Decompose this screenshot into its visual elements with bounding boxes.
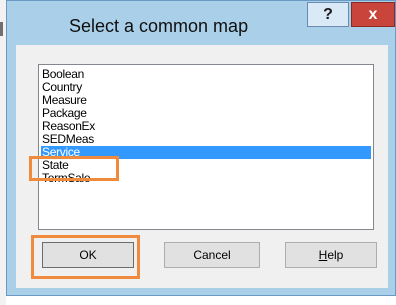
title-bar[interactable]: Select a common map ? x xyxy=(7,1,395,45)
select-common-map-dialog: Select a common map ? x Boolean Country … xyxy=(6,0,396,296)
ok-button-label: OK xyxy=(79,248,97,262)
list-item[interactable]: SEDMeas xyxy=(41,133,371,146)
cancel-button[interactable]: Cancel xyxy=(164,242,260,268)
map-listbox[interactable]: Boolean Country Measure Package ReasonEx… xyxy=(38,64,374,230)
list-item-selected[interactable]: Service xyxy=(41,146,371,159)
ok-button[interactable]: OK xyxy=(42,242,134,268)
help-label-rest: elp xyxy=(327,248,344,262)
background-window-mark xyxy=(0,22,3,36)
list-item[interactable]: State xyxy=(41,159,371,172)
dialog-title: Select a common map xyxy=(69,16,249,36)
question-mark-icon: ? xyxy=(323,5,333,23)
dialog-client-area: Boolean Country Measure Package ReasonEx… xyxy=(16,45,388,288)
cancel-button-label: Cancel xyxy=(193,248,231,262)
close-icon: x xyxy=(368,5,378,23)
list-item[interactable]: Measure xyxy=(41,94,371,107)
list-item[interactable]: Boolean xyxy=(41,68,371,81)
close-button[interactable]: x xyxy=(351,2,395,27)
list-item[interactable]: Country xyxy=(41,81,371,94)
screenshot-stage: Select a common map ? x Boolean Country … xyxy=(0,0,396,305)
help-titlebar-button[interactable]: ? xyxy=(307,2,349,27)
list-item[interactable]: TermSale xyxy=(41,172,371,185)
help-button[interactable]: Help xyxy=(285,242,377,268)
help-button-label: Help xyxy=(319,248,344,262)
